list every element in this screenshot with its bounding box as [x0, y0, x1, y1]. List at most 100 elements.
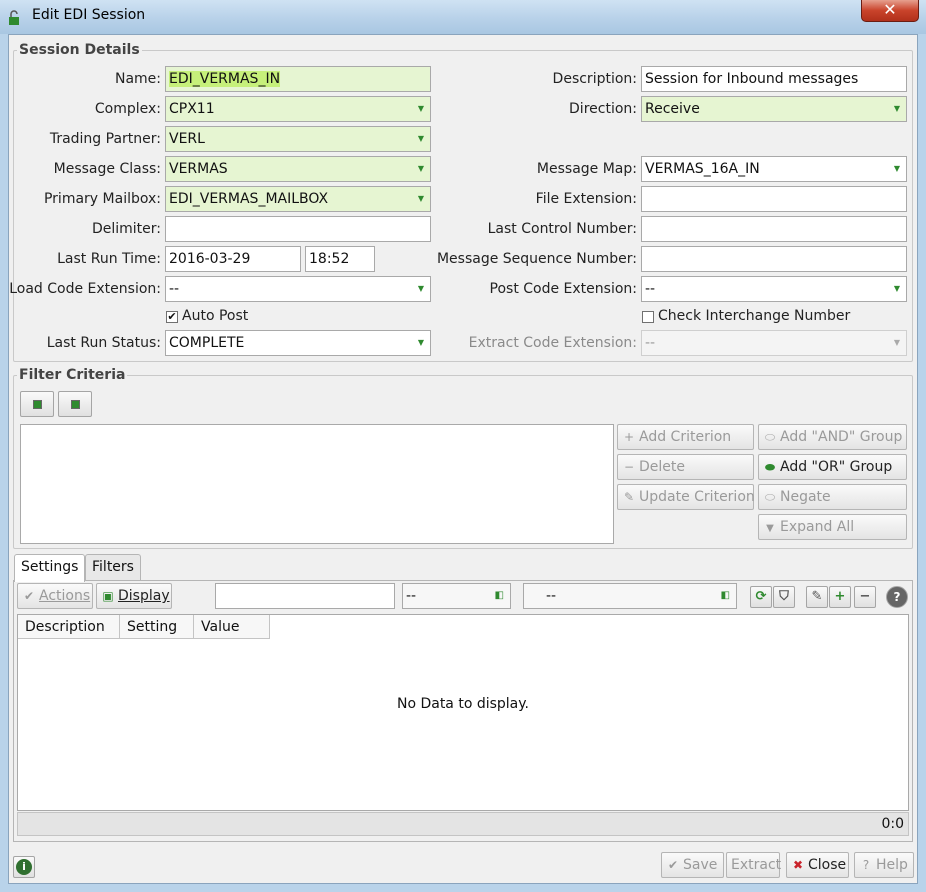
- expand-all-button[interactable]: ▼ Expand All: [758, 514, 907, 540]
- plus-icon: +: [623, 430, 635, 444]
- chevron-down-icon: ▼: [417, 104, 424, 113]
- add-button[interactable]: +: [829, 586, 851, 608]
- last-run-status-select[interactable]: COMPLETE ▼: [165, 330, 431, 356]
- filter-column-select[interactable]: -- ◧: [402, 583, 511, 609]
- description-field[interactable]: Session for Inbound messages: [641, 66, 907, 92]
- trading-partner-select[interactable]: VERL ▼: [165, 126, 431, 152]
- actions-label: Actions: [39, 588, 91, 604]
- add-and-group-button[interactable]: ⬭ Add "AND" Group: [758, 424, 907, 450]
- close-icon: ✖: [792, 858, 804, 872]
- direction-select[interactable]: Receive ▼: [641, 96, 907, 122]
- complex-value: CPX11: [169, 101, 215, 117]
- message-map-label: Message Map:: [536, 161, 637, 177]
- complex-select[interactable]: CPX11 ▼: [165, 96, 431, 122]
- help-footer-button[interactable]: ? Help: [854, 852, 914, 878]
- check-icon: ✔: [667, 858, 679, 872]
- minus-icon: −: [859, 589, 871, 604]
- triangle-down-icon: ▼: [766, 523, 774, 534]
- info-button[interactable]: i: [13, 856, 35, 878]
- message-map-select[interactable]: VERMAS_16A_IN ▼: [641, 156, 907, 182]
- delimiter-field[interactable]: [165, 216, 431, 242]
- last-run-date-field[interactable]: 2016-03-29: [165, 246, 301, 272]
- minus-icon: −: [623, 460, 635, 474]
- expand-tree-button[interactable]: [20, 391, 54, 417]
- negate-button[interactable]: ⬭ Negate: [758, 484, 907, 510]
- collapse-tree-button[interactable]: [58, 391, 92, 417]
- expand-all-label: Expand All: [780, 519, 855, 535]
- file-extension-field[interactable]: [641, 186, 907, 212]
- add-criterion-label: Add Criterion: [639, 429, 732, 445]
- check-icon: ✔: [23, 589, 35, 603]
- add-or-group-button[interactable]: ⬬ Add "OR" Group: [758, 454, 907, 480]
- column-header-setting[interactable]: Setting: [120, 615, 194, 639]
- message-class-select[interactable]: VERMAS ▼: [165, 156, 431, 182]
- check-interchange-number-checkbox[interactable]: [642, 311, 654, 323]
- grid-status-bar: 0:0: [17, 812, 909, 836]
- extract-code-extension-label: Extract Code Extension:: [468, 335, 637, 351]
- settings-grid: Description Setting Value No Data to dis…: [17, 614, 909, 811]
- help-icon: ?: [862, 858, 870, 872]
- name-label: Name:: [114, 71, 161, 87]
- dropdown-icon: ◧: [494, 590, 504, 601]
- pencil-icon: ✎: [623, 490, 635, 504]
- edit-button[interactable]: ✎: [806, 586, 828, 608]
- delete-label: Delete: [639, 459, 685, 475]
- chevron-down-icon: ▼: [893, 284, 900, 293]
- filter-operator-select[interactable]: -- ◧: [523, 583, 737, 609]
- tab-filters[interactable]: Filters: [85, 554, 141, 580]
- add-and-group-label: Add "AND" Group: [780, 429, 903, 445]
- filter-criteria-tree[interactable]: [20, 424, 614, 544]
- extract-button[interactable]: Extract: [726, 852, 781, 878]
- extract-code-extension-select[interactable]: -- ▼: [641, 330, 907, 356]
- window-close-button[interactable]: ✕: [861, 0, 919, 22]
- filter-operator-value: --: [546, 588, 557, 604]
- funnel-icon: ⛉: [779, 589, 789, 604]
- update-criterion-button[interactable]: ✎ Update Criterion: [617, 484, 755, 510]
- last-control-number-field[interactable]: [641, 216, 907, 242]
- load-code-extension-select[interactable]: -- ▼: [165, 276, 431, 302]
- column-header-description[interactable]: Description: [18, 615, 120, 639]
- window-titlebar: Edit EDI Session ✕: [0, 0, 926, 34]
- column-header-value[interactable]: Value: [194, 615, 270, 639]
- search-input[interactable]: [215, 583, 395, 609]
- post-code-extension-select[interactable]: -- ▼: [641, 276, 907, 302]
- filter-button[interactable]: ⛉: [773, 586, 795, 608]
- auto-post-checkbox[interactable]: ✔: [166, 311, 178, 323]
- file-extension-label: File Extension:: [535, 191, 637, 207]
- message-sequence-number-label: Message Sequence Number:: [436, 251, 637, 267]
- trading-partner-label: Trading Partner:: [49, 131, 161, 147]
- chevron-down-icon: ▼: [893, 104, 900, 113]
- session-details-title: Session Details: [17, 42, 142, 58]
- load-code-extension-label: Load Code Extension:: [9, 281, 161, 297]
- message-sequence-number-field[interactable]: [641, 246, 907, 272]
- tab-settings[interactable]: Settings: [14, 554, 86, 582]
- close-button[interactable]: ✖ Close: [786, 852, 849, 878]
- help-icon: ?: [893, 590, 901, 604]
- chevron-down-icon: ▼: [417, 164, 424, 173]
- display-button[interactable]: ▣ Display: [96, 583, 172, 609]
- actions-button[interactable]: ✔ Actions: [17, 583, 93, 609]
- name-field[interactable]: EDI_VERMAS_IN: [165, 66, 431, 92]
- extract-code-extension-value: --: [645, 335, 656, 351]
- direction-value: Receive: [645, 101, 700, 117]
- pencil-icon: ✎: [811, 589, 823, 604]
- post-code-extension-label: Post Code Extension:: [489, 281, 637, 297]
- last-run-time-field[interactable]: 18:52: [305, 246, 375, 272]
- message-class-label: Message Class:: [53, 161, 161, 177]
- delete-button[interactable]: − Delete: [617, 454, 754, 480]
- group-icon: ⬭: [764, 490, 776, 504]
- collapse-icon: [70, 400, 80, 409]
- remove-button[interactable]: −: [854, 586, 876, 608]
- empty-message: No Data to display.: [396, 696, 530, 712]
- add-criterion-button[interactable]: + Add Criterion: [617, 424, 754, 450]
- message-class-value: VERMAS: [169, 161, 228, 177]
- save-button[interactable]: ✔ Save: [661, 852, 724, 878]
- primary-mailbox-select[interactable]: EDI_VERMAS_MAILBOX ▼: [165, 186, 431, 212]
- name-value: EDI_VERMAS_IN: [169, 71, 281, 87]
- message-map-value: VERMAS_16A_IN: [645, 161, 760, 177]
- check-interchange-number-label: Check Interchange Number: [658, 308, 851, 324]
- primary-mailbox-value: EDI_VERMAS_MAILBOX: [169, 191, 329, 207]
- help-button[interactable]: ?: [886, 586, 908, 608]
- refresh-button[interactable]: ⟳: [750, 586, 772, 608]
- last-control-number-label: Last Control Number:: [487, 221, 637, 237]
